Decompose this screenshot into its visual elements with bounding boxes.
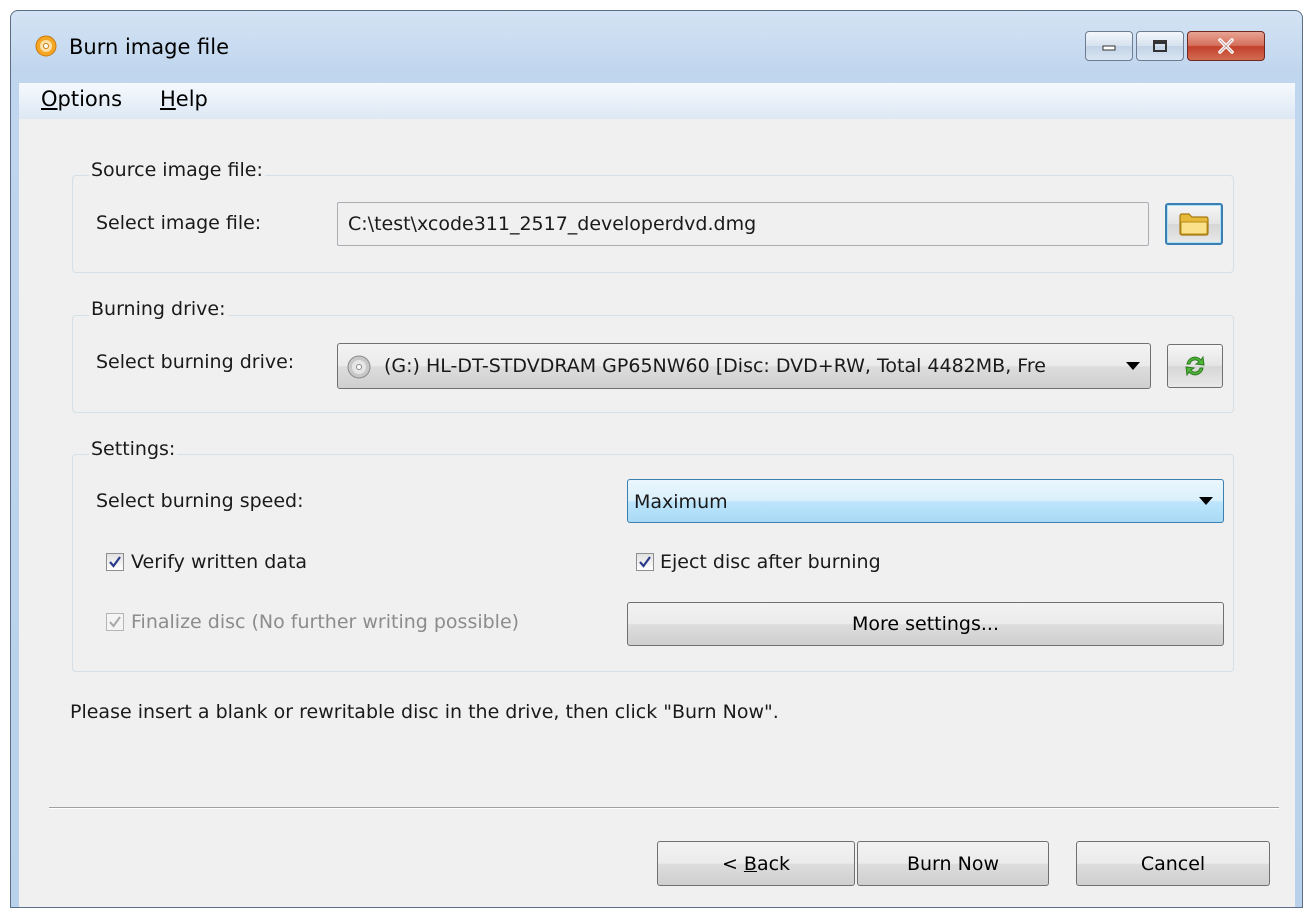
burning-drive-group-label: Burning drive: [89, 298, 228, 320]
more-settings-button[interactable]: More settings... [627, 602, 1224, 646]
burning-speed-dropdown[interactable]: Maximum [627, 479, 1224, 523]
select-burning-drive-label: Select burning drive: [96, 351, 295, 373]
finalize-disc-label: Finalize disc (No further writing possib… [131, 611, 520, 633]
settings-group-label: Settings: [89, 438, 178, 460]
refresh-drives-button[interactable] [1167, 344, 1223, 388]
cancel-button[interactable]: Cancel [1076, 841, 1270, 886]
status-message: Please insert a blank or rewritable disc… [70, 701, 779, 723]
back-button-label: ack [756, 852, 791, 875]
menu-options-label: ptions [57, 87, 123, 111]
menu-help-label: elp [175, 87, 208, 111]
burn-image-window: Burn image file Options Help Source imag… [10, 10, 1303, 908]
minimize-button[interactable] [1085, 31, 1133, 61]
verify-data-checkbox[interactable] [106, 553, 124, 571]
disc-app-icon [35, 35, 57, 57]
title-bar[interactable]: Burn image file [11, 11, 1302, 83]
image-file-path-field[interactable]: C:\test\xcode311_2517_developerdvd.dmg [337, 202, 1149, 246]
back-button-prefix: < [721, 852, 744, 875]
refresh-icon [1185, 355, 1205, 377]
select-image-file-label: Select image file: [96, 212, 262, 234]
menu-options[interactable]: Options [41, 87, 122, 111]
menu-options-mnemonic: O [41, 87, 58, 111]
burning-drive-dropdown[interactable]: (G:) HL-DT-STDVDRAM GP65NW60 [Disc: DVD+… [337, 343, 1151, 389]
burn-now-button[interactable]: Burn Now [857, 841, 1049, 886]
checkmark-icon [109, 556, 121, 568]
finalize-disc-checkbox[interactable] [106, 613, 124, 631]
burning-speed-selected: Maximum [634, 491, 728, 513]
menu-help[interactable]: Help [160, 87, 208, 111]
chevron-down-icon [1199, 497, 1213, 505]
folder-icon [1179, 213, 1209, 236]
close-icon [1218, 38, 1234, 54]
back-button-mnemonic: B [743, 852, 757, 875]
menu-bar: Options Help [19, 83, 1295, 120]
burning-drive-selected: (G:) HL-DT-STDVDRAM GP65NW60 [Disc: DVD+… [384, 355, 1046, 377]
checkmark-icon [109, 616, 121, 628]
maximize-icon [1153, 40, 1167, 52]
eject-disc-checkbox[interactable] [636, 553, 654, 571]
cd-drive-icon [347, 355, 371, 379]
source-image-group-label: Source image file: [89, 159, 265, 181]
checkmark-icon [639, 556, 651, 568]
maximize-button[interactable] [1136, 31, 1184, 61]
eject-disc-label[interactable]: Eject disc after burning [660, 551, 881, 573]
minimize-icon [1102, 45, 1116, 51]
verify-data-label[interactable]: Verify written data [131, 551, 307, 573]
footer-separator [49, 807, 1279, 809]
dialog-content: Source image file: Select image file: C:… [19, 119, 1295, 907]
burning-speed-label: Select burning speed: [96, 490, 304, 512]
chevron-down-icon [1126, 362, 1140, 370]
window-title: Burn image file [69, 35, 230, 59]
browse-button[interactable] [1165, 203, 1223, 245]
menu-help-mnemonic: H [160, 87, 176, 111]
back-button[interactable]: < Back [657, 841, 855, 886]
close-button[interactable] [1187, 31, 1265, 61]
